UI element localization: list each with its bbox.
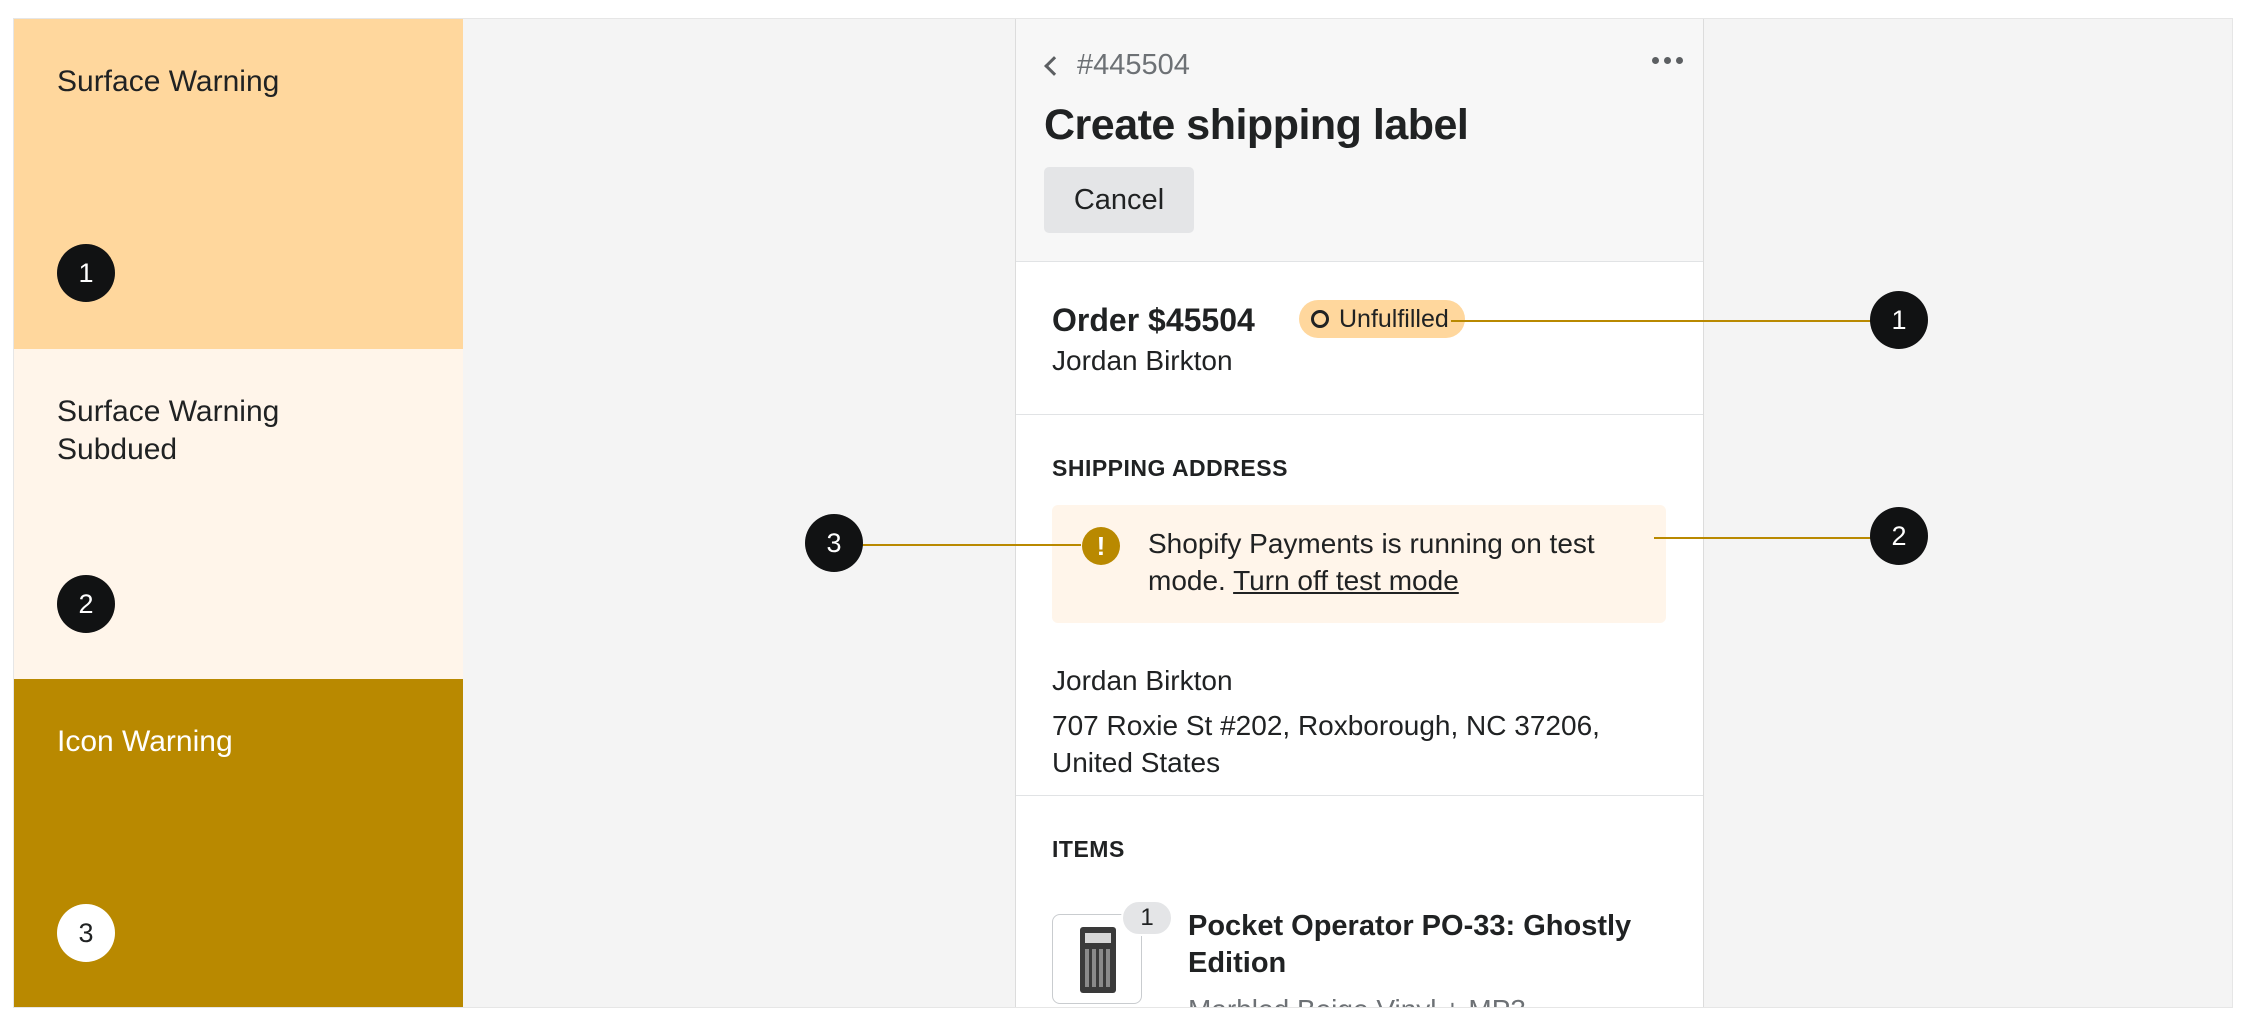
swatch-label: Surface Warning Subdued [57, 395, 280, 466]
back-link[interactable]: #445504 [1043, 49, 1190, 82]
swatch-label: Surface Warning [57, 65, 280, 98]
swatch-label: Icon Warning [57, 725, 233, 758]
swatch-number-badge: 2 [57, 575, 115, 633]
product-variant: Marbled Beige Vinyl + MP3 [1188, 994, 1526, 1007]
callout-marker: 1 [1870, 291, 1928, 349]
page-title: Create shipping label [1044, 101, 1469, 149]
items-section: ITEMS 1 Pocket Operator PO-33: Ghostly E… [1016, 796, 1703, 1007]
section-heading: SHIPPING ADDRESS [1052, 455, 1288, 481]
address-line: 707 Roxie St #202, Roxborough, NC 37206,… [1052, 710, 1600, 778]
more-actions-icon[interactable] [1652, 57, 1683, 64]
cancel-button[interactable]: Cancel [1044, 167, 1194, 233]
warning-banner: ! Shopify Payments is running on test mo… [1052, 505, 1666, 623]
banner-message: Shopify Payments is running on test mode… [1148, 525, 1648, 599]
turn-off-test-mode-link[interactable]: Turn off test mode [1233, 565, 1459, 596]
section-heading: ITEMS [1052, 836, 1125, 862]
order-title: Order $45504 [1052, 302, 1255, 338]
swatch-number-badge: 1 [57, 244, 115, 302]
swatch-surface-warning: Surface Warning 1 [14, 19, 463, 349]
quantity-badge: 1 [1121, 900, 1173, 936]
callout-line [848, 544, 1081, 546]
back-link-label: #445504 [1077, 49, 1190, 81]
alert-icon: ! [1082, 527, 1120, 565]
product-name: Pocket Operator PO-33: Ghostly Edition [1188, 910, 1632, 979]
order-summary: Order $45504 Unfulfilled Jordan Birkton [1016, 262, 1703, 415]
status-badge-label: Unfulfilled [1339, 304, 1449, 333]
swatch-surface-warning-subdued: Surface Warning Subdued 2 [14, 349, 463, 679]
callout-line [1451, 320, 1891, 322]
status-badge: Unfulfilled [1299, 300, 1465, 338]
callout-line [1654, 537, 1890, 539]
pocket-operator-image [1080, 927, 1116, 993]
callout-marker: 2 [1870, 507, 1928, 565]
swatch-number-badge: 3 [57, 904, 115, 962]
shipping-address-section: SHIPPING ADDRESS ! Shopify Payments is r… [1016, 415, 1703, 796]
address-name: Jordan Birkton [1052, 665, 1233, 696]
chevron-left-icon [1044, 55, 1064, 76]
incomplete-circle-icon [1311, 310, 1329, 328]
customer-name: Jordan Birkton [1052, 345, 1233, 376]
shipping-label-panel: #445504 Create shipping label Cancel Ord… [1015, 19, 1704, 1007]
swatch-icon-warning: Icon Warning 3 [14, 679, 463, 1007]
callout-marker: 3 [805, 514, 863, 572]
page-header: #445504 Create shipping label Cancel [1016, 19, 1703, 262]
canvas: Surface Warning 1 Surface Warning Subdue… [13, 18, 2233, 1008]
